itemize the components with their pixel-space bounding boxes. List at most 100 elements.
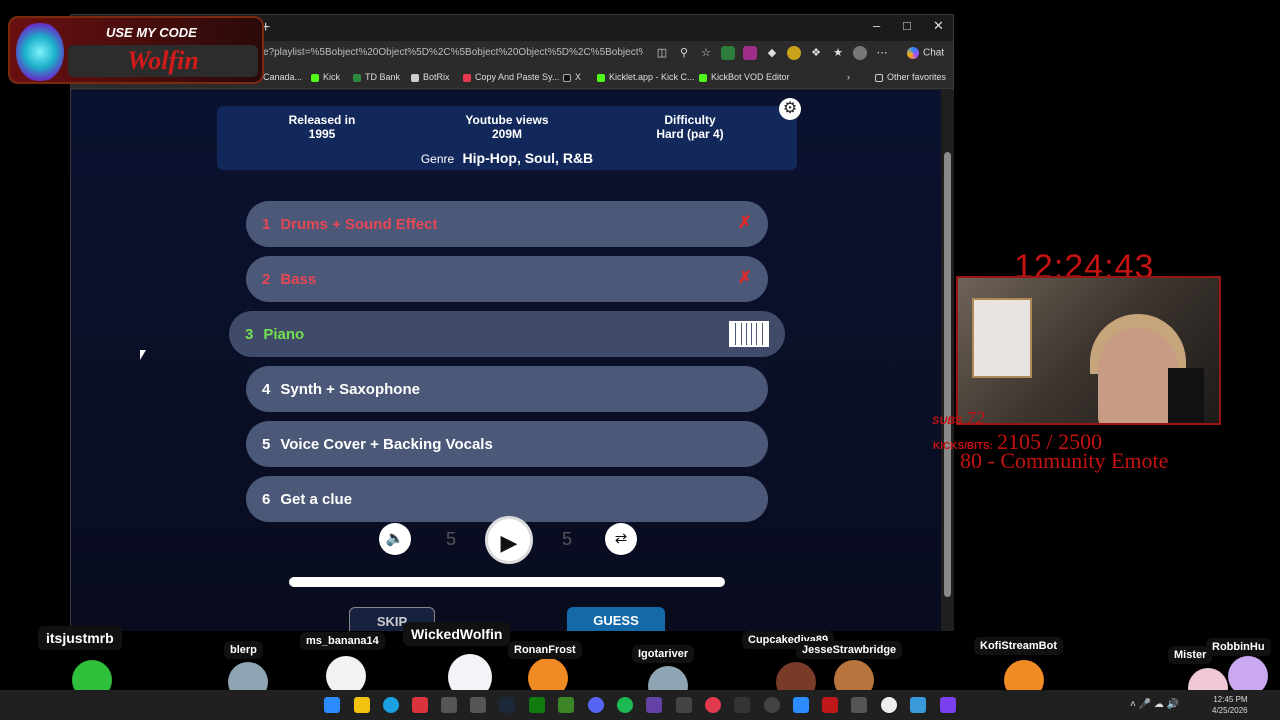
track-number: 5 <box>262 435 271 453</box>
close-icon[interactable]: ✕ <box>933 18 944 34</box>
track-number: 4 <box>262 380 271 398</box>
xbox-icon[interactable] <box>529 697 545 713</box>
bookmark-label: Canada... <box>263 72 303 82</box>
progress-bar[interactable] <box>289 577 725 587</box>
page-scrollbar[interactable] <box>941 90 954 631</box>
taskbar-date: 4/25/2026 <box>1212 706 1248 715</box>
bookmark-3[interactable]: BotRix <box>411 72 450 82</box>
play-button[interactable]: ▶ <box>485 516 533 564</box>
app-icon[interactable] <box>940 697 956 713</box>
system-tray[interactable]: ˄ 🎤 ☁ 🔊 <box>1130 699 1179 710</box>
chatgpt-icon[interactable] <box>881 697 897 713</box>
views-info: Youtube views 209M <box>432 113 582 141</box>
subs-value: 72 <box>966 408 985 428</box>
maximize-icon[interactable]: □ <box>903 18 911 33</box>
bookmark-label: TD Bank <box>365 72 401 82</box>
app-icon[interactable] <box>822 697 838 713</box>
minimize-icon[interactable]: – <box>873 18 880 33</box>
settings-gear-icon[interactable]: ⚙ <box>779 98 801 120</box>
notepad-icon[interactable] <box>910 697 926 713</box>
difficulty-label: Difficulty <box>664 113 716 127</box>
edge-icon[interactable] <box>383 697 399 713</box>
mouse-cursor-icon <box>140 350 146 360</box>
shuffle-icon[interactable]: ⇄ <box>605 523 637 555</box>
genre-value: Hip-Hop, Soul, R&B <box>462 150 594 166</box>
start-icon[interactable] <box>324 697 340 713</box>
track-4[interactable]: 4 Synth + Saxophone <box>246 366 768 412</box>
app-icon[interactable] <box>851 697 867 713</box>
track-label: Bass <box>280 270 317 288</box>
promo-code-overlay: USE MY CODE Wolfin <box>8 16 264 84</box>
app-icon[interactable] <box>676 697 692 713</box>
other-favorites[interactable]: Other favorites <box>875 72 946 82</box>
song-info-panel: Released in 1995 Youtube views 209M Diff… <box>217 106 797 170</box>
guess-button[interactable]: GUESS <box>567 607 665 631</box>
bookmark-6[interactable]: Kicklet.app - Kick C... <box>597 72 695 82</box>
track-1[interactable]: 1 Drums + Sound Effect ✗ <box>246 201 768 247</box>
split-screen-icon[interactable]: ◫ <box>655 46 669 60</box>
genre-info: Genre Hip-Hop, Soul, R&B <box>217 150 797 166</box>
app-icon[interactable] <box>646 697 662 713</box>
profile-avatar[interactable] <box>853 46 867 60</box>
release-value: 1995 <box>308 127 336 141</box>
track-label: Voice Cover + Backing Vocals <box>280 435 493 453</box>
bookmarks-overflow-icon[interactable]: › <box>847 72 850 82</box>
zoom-icon[interactable]: ⚲ <box>677 46 691 60</box>
favorite-star-icon[interactable]: ☆ <box>699 46 713 60</box>
steam-icon[interactable] <box>499 697 515 713</box>
other-favorites-label: Other favorites <box>887 72 947 82</box>
bookmark-label: Kick <box>323 72 341 82</box>
track-number: 3 <box>245 325 254 343</box>
app-icon[interactable] <box>441 697 457 713</box>
difficulty-value: Hard (par 4) <box>656 127 724 141</box>
obs-icon[interactable] <box>764 697 780 713</box>
page-viewport: Released in 1995 Youtube views 209M Diff… <box>71 90 941 631</box>
release-info: Released in 1995 <box>247 113 397 141</box>
copilot-chat-button[interactable]: Chat <box>907 47 944 59</box>
app-icon[interactable] <box>705 697 721 713</box>
app-icon[interactable] <box>793 697 809 713</box>
track-label: Piano <box>263 325 305 343</box>
extension-pink-icon[interactable] <box>743 46 757 60</box>
release-label: Released in <box>288 113 356 127</box>
failed-x-icon: ✗ <box>737 213 752 232</box>
bookmark-1[interactable]: Kick <box>311 72 340 82</box>
vivaldi-icon[interactable] <box>412 697 428 713</box>
track-label: Drums + Sound Effect <box>280 215 438 233</box>
extension-green-icon[interactable] <box>721 46 735 60</box>
spotify-icon[interactable] <box>617 697 633 713</box>
webcam-feed <box>956 276 1221 425</box>
file-explorer-icon[interactable] <box>354 697 370 713</box>
bookmark-label: Kicklet.app - Kick C... <box>609 72 695 82</box>
extensions-puzzle-icon[interactable]: ❖ <box>809 46 823 60</box>
bookmark-5[interactable]: X <box>563 72 581 82</box>
track-3[interactable]: 3 Piano <box>229 311 785 357</box>
extension-yellow-icon[interactable] <box>787 46 801 60</box>
windows-taskbar: ˄ 🎤 ☁ 🔊 12:45 PM 4/25/2026 <box>0 690 1280 720</box>
discord-icon[interactable] <box>588 697 604 713</box>
bookmark-4[interactable]: Copy And Paste Sy... <box>463 72 559 82</box>
copilot-icon <box>907 47 919 59</box>
scrollbar-thumb[interactable] <box>944 152 951 597</box>
favorites-icon[interactable]: ★ <box>831 46 845 60</box>
whiteboard <box>972 298 1032 378</box>
minecraft-icon[interactable] <box>558 697 574 713</box>
volume-icon[interactable]: 🔈 <box>379 523 411 555</box>
chatter-name: JesseStrawbridge <box>796 641 903 659</box>
bookmark-2[interactable]: TD Bank <box>353 72 400 82</box>
rewind-5-button[interactable]: 5 <box>435 523 467 555</box>
promo-line1: USE MY CODE <box>106 25 197 40</box>
extension-diamond-icon[interactable]: ◆ <box>765 46 779 60</box>
clock-date[interactable]: 12:45 PM 4/25/2026 <box>1212 694 1248 716</box>
track-2[interactable]: 2 Bass ✗ <box>246 256 768 302</box>
forward-5-button[interactable]: 5 <box>551 523 583 555</box>
app-icon[interactable] <box>734 697 750 713</box>
url-field[interactable]: e?playlist=%5Bobject%20Object%5D%2C%5Bob… <box>263 47 643 58</box>
taskbar-time: 12:45 PM <box>1213 695 1248 704</box>
bookmark-0[interactable]: Canada... <box>263 72 302 82</box>
more-menu-icon[interactable]: ⋯ <box>875 46 889 60</box>
bookmark-7[interactable]: KickBot VOD Editor <box>699 72 790 82</box>
views-value: 209M <box>491 127 523 141</box>
app-icon[interactable] <box>470 697 486 713</box>
track-5[interactable]: 5 Voice Cover + Backing Vocals <box>246 421 768 467</box>
